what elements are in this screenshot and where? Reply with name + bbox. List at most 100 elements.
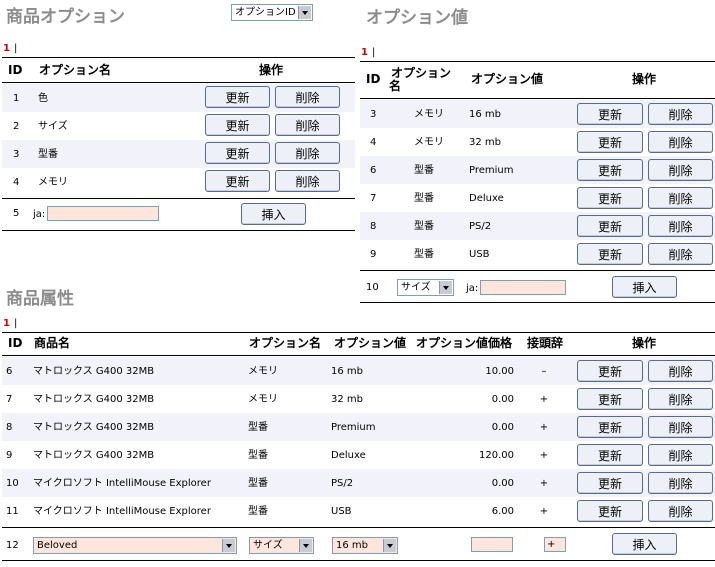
update-button[interactable]: 更新	[205, 86, 270, 108]
table-row: 7 マトロックス G400 32MB メモリ 32 mb 0.00 + 更新 削除	[2, 385, 715, 413]
attribute-option: 型番	[248, 422, 268, 433]
value-name: PS/2	[469, 221, 492, 232]
values-header-value: オプション値	[471, 72, 544, 86]
update-button[interactable]: 更新	[577, 472, 643, 494]
attributes-new-product-select-value: Beloved	[37, 540, 78, 551]
values-bottom-rule	[360, 302, 715, 303]
delete-button[interactable]: 削除	[648, 472, 713, 494]
table-row: 6 型番 Premium 更新 削除	[360, 156, 715, 184]
update-button[interactable]: 更新	[577, 243, 643, 265]
value-id: 3	[370, 109, 377, 120]
attribute-prefix: +	[539, 422, 549, 433]
attributes-insert-button[interactable]: 挿入	[612, 533, 677, 555]
values-new-lang: ja:	[466, 283, 479, 294]
attributes-new-price-input[interactable]	[471, 537, 513, 552]
values-insert-button[interactable]: 挿入	[612, 276, 677, 298]
attributes-new-product-select[interactable]: Beloved	[33, 537, 237, 554]
options-insert-button[interactable]: 挿入	[241, 203, 306, 225]
update-button[interactable]: 更新	[577, 131, 643, 153]
table-row: 6 マトロックス G400 32MB メモリ 16 mb 10.00 – 更新 削除	[2, 357, 715, 385]
attribute-value: 32 mb	[331, 394, 363, 405]
update-button[interactable]: 更新	[577, 215, 643, 237]
attributes-header-bottom-rule	[2, 355, 715, 356]
options-header-id: ID	[8, 63, 23, 77]
attributes-header-prefix: 接頭辞	[527, 336, 564, 350]
update-button[interactable]: 更新	[577, 103, 643, 125]
options-header-ops: 操作	[259, 63, 284, 77]
delete-button[interactable]: 削除	[648, 243, 713, 265]
attribute-prefix: +	[539, 506, 549, 517]
options-header-bottom-rule	[2, 82, 355, 83]
option-name: 色	[38, 93, 48, 104]
attribute-price: 6.00	[491, 506, 514, 517]
value-id: 9	[370, 249, 377, 260]
chevron-down-icon	[439, 281, 452, 294]
options-header-top-rule	[2, 57, 355, 58]
update-button[interactable]: 更新	[577, 444, 643, 466]
delete-button[interactable]: 削除	[648, 131, 713, 153]
attributes-new-prefix-input[interactable]	[544, 537, 566, 552]
values-page-link[interactable]: 1	[361, 47, 368, 58]
delete-button[interactable]: 削除	[648, 416, 713, 438]
attributes-body-rule	[2, 527, 715, 528]
value-name: USB	[469, 249, 490, 260]
update-button[interactable]: 更新	[577, 416, 643, 438]
option-name: サイズ	[38, 121, 68, 132]
attribute-price: 0.00	[491, 394, 514, 405]
table-row: 8 マトロックス G400 32MB 型番 Premium 0.00 + 更新 削除	[2, 413, 715, 441]
options-sort-select[interactable]: オプションID	[231, 4, 313, 21]
delete-button[interactable]: 削除	[648, 360, 713, 382]
table-row: 2 サイズ 更新 削除	[2, 112, 355, 140]
attribute-id: 6	[6, 366, 13, 377]
options-new-name-input[interactable]	[47, 206, 159, 221]
attributes-page-link[interactable]: 1	[3, 318, 10, 329]
value-id: 7	[370, 193, 377, 204]
attributes-pager: 1 |	[3, 318, 18, 329]
update-button[interactable]: 更新	[577, 388, 643, 410]
attribute-value: 16 mb	[331, 366, 363, 377]
attribute-product: マトロックス G400 32MB	[33, 422, 155, 433]
values-title: オプション値	[366, 8, 468, 28]
attributes-header-ops: 操作	[632, 336, 657, 350]
delete-button[interactable]: 削除	[275, 86, 340, 108]
chevron-down-icon	[222, 539, 235, 552]
options-new-id: 5	[13, 208, 20, 219]
option-id: 4	[13, 177, 20, 188]
values-new-value-input[interactable]	[480, 280, 566, 295]
update-button[interactable]: 更新	[205, 142, 270, 164]
attribute-product: マイクロソフト IntelliMouse Explorer	[33, 478, 211, 489]
values-header-name-line2: 名	[389, 79, 402, 93]
table-row: 8 型番 PS/2 更新 削除	[360, 212, 715, 240]
update-button[interactable]: 更新	[577, 187, 643, 209]
value-name: 16 mb	[469, 109, 501, 120]
options-page-link[interactable]: 1	[3, 43, 10, 54]
value-id: 6	[370, 165, 377, 176]
delete-button[interactable]: 削除	[275, 114, 340, 136]
values-new-option-select[interactable]: サイズ	[397, 279, 454, 296]
delete-button[interactable]: 削除	[648, 159, 713, 181]
delete-button[interactable]: 削除	[648, 500, 713, 522]
update-button[interactable]: 更新	[205, 114, 270, 136]
attribute-id: 10	[6, 478, 19, 489]
delete-button[interactable]: 削除	[275, 142, 340, 164]
attribute-prefix: +	[539, 450, 549, 461]
update-button[interactable]: 更新	[205, 170, 270, 192]
value-id: 8	[370, 221, 377, 232]
delete-button[interactable]: 削除	[648, 103, 713, 125]
table-row: 1 色 更新 削除	[2, 84, 355, 112]
update-button[interactable]: 更新	[577, 159, 643, 181]
attribute-prefix: +	[539, 478, 549, 489]
delete-button[interactable]: 削除	[275, 170, 340, 192]
attributes-new-option-select[interactable]: サイズ	[249, 537, 314, 554]
table-row: 9 型番 USB 更新 削除	[360, 240, 715, 268]
option-id: 2	[13, 121, 20, 132]
delete-button[interactable]: 削除	[648, 388, 713, 410]
attribute-value: PS/2	[331, 478, 354, 489]
delete-button[interactable]: 削除	[648, 444, 713, 466]
update-button[interactable]: 更新	[577, 500, 643, 522]
options-header-name: オプション名	[39, 63, 112, 77]
delete-button[interactable]: 削除	[648, 215, 713, 237]
attributes-new-value-select[interactable]: 16 mb	[332, 537, 398, 554]
delete-button[interactable]: 削除	[648, 187, 713, 209]
update-button[interactable]: 更新	[577, 360, 643, 382]
